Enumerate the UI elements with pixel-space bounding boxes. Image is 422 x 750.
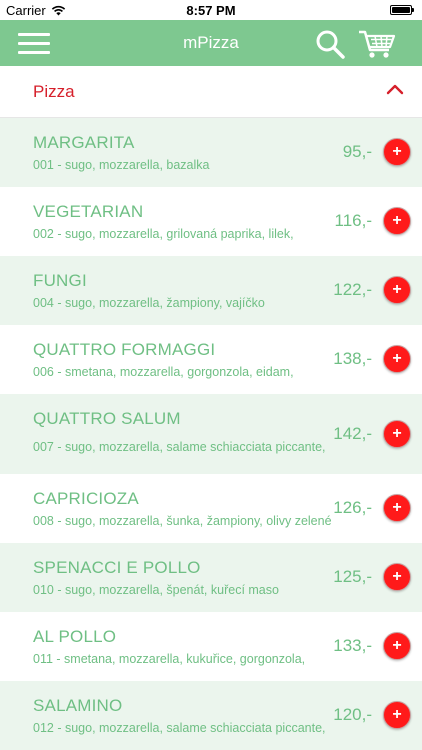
pizza-ingredients: 011 - smetana, mozzarella, kukuřice, gor…	[33, 652, 306, 666]
status-time: 8:57 PM	[186, 3, 236, 18]
pizza-item[interactable]: FUNGI 004 - sugo, mozzarella, žampiony, …	[0, 256, 422, 325]
add-to-cart-button[interactable]: +	[383, 563, 411, 591]
pizza-price: 142,-	[333, 424, 372, 443]
nav-bar: mPizza	[0, 20, 422, 66]
shopping-cart-icon[interactable]	[358, 28, 396, 60]
add-to-cart-button[interactable]: +	[383, 494, 411, 522]
battery-icon	[390, 5, 414, 15]
pizza-name: QUATTRO FORMAGGI	[33, 340, 216, 359]
pizza-list: MARGARITA 001 - sugo, mozzarella, bazalk…	[0, 118, 422, 750]
add-to-cart-button[interactable]: +	[383, 138, 411, 166]
pizza-price: 133,-	[333, 636, 372, 655]
pizza-item[interactable]: AL POLLO 011 - smetana, mozzarella, kuku…	[0, 612, 422, 681]
pizza-name: FUNGI	[33, 271, 87, 290]
pizza-ingredients: 012 - sugo, mozzarella, salame schiaccia…	[33, 721, 326, 735]
pizza-ingredients: 001 - sugo, mozzarella, bazalka	[33, 158, 210, 172]
add-to-cart-button[interactable]: +	[383, 701, 411, 729]
pizza-name: QUATTRO SALUM	[33, 409, 181, 428]
add-to-cart-button[interactable]: +	[383, 345, 411, 373]
pizza-name: AL POLLO	[33, 627, 117, 646]
pizza-name: VEGETARIAN	[33, 202, 144, 221]
pizza-name: MARGARITA	[33, 133, 135, 152]
pizza-name: SPENACCI E POLLO	[33, 558, 201, 577]
pizza-ingredients: 004 - sugo, mozzarella, žampiony, vajíčk…	[33, 296, 265, 310]
pizza-price: 120,-	[333, 705, 372, 724]
pizza-ingredients: 010 - sugo, mozzarella, špenát, kuřecí m…	[33, 583, 279, 597]
pizza-ingredients: 008 - sugo, mozzarella, šunka, žampiony,…	[33, 514, 332, 528]
category-header-pizza[interactable]: Pizza	[0, 66, 422, 118]
pizza-item[interactable]: SPENACCI E POLLO 010 - sugo, mozzarella,…	[0, 543, 422, 612]
pizza-price: 122,-	[333, 280, 372, 299]
pizza-name: CAPRICIOZA	[33, 489, 139, 508]
status-bar: Carrier 8:57 PM	[0, 0, 422, 20]
category-title: Pizza	[33, 82, 75, 101]
pizza-item[interactable]: SALAMINO 012 - sugo, mozzarella, salame …	[0, 681, 422, 750]
pizza-ingredients: 002 - sugo, mozzarella, grilovaná paprik…	[33, 227, 294, 241]
pizza-price: 126,-	[333, 498, 372, 517]
add-to-cart-button[interactable]: +	[383, 420, 411, 448]
search-icon[interactable]	[314, 28, 346, 60]
pizza-ingredients: 006 - smetana, mozzarella, gorgonzola, e…	[33, 365, 294, 379]
pizza-price: 125,-	[333, 567, 372, 586]
pizza-price: 95,-	[342, 142, 372, 161]
add-to-cart-button[interactable]: +	[383, 632, 411, 660]
pizza-ingredients: 007 - sugo, mozzarella, salame schiaccia…	[33, 440, 326, 454]
pizza-item[interactable]: QUATTRO SALUM 007 - sugo, mozzarella, sa…	[0, 394, 422, 474]
pizza-price: 116,-	[334, 211, 373, 230]
pizza-item[interactable]: VEGETARIAN 002 - sugo, mozzarella, grilo…	[0, 187, 422, 256]
pizza-item[interactable]: CAPRICIOZA 008 - sugo, mozzarella, šunka…	[0, 474, 422, 543]
pizza-item[interactable]: QUATTRO FORMAGGI 006 - smetana, mozzarel…	[0, 325, 422, 394]
chevron-up-icon[interactable]	[385, 82, 405, 96]
add-to-cart-button[interactable]: +	[383, 207, 411, 235]
pizza-name: SALAMINO	[33, 696, 123, 715]
pizza-price: 138,-	[333, 349, 372, 368]
pizza-item[interactable]: MARGARITA 001 - sugo, mozzarella, bazalk…	[0, 118, 422, 187]
add-to-cart-button[interactable]: +	[383, 276, 411, 304]
